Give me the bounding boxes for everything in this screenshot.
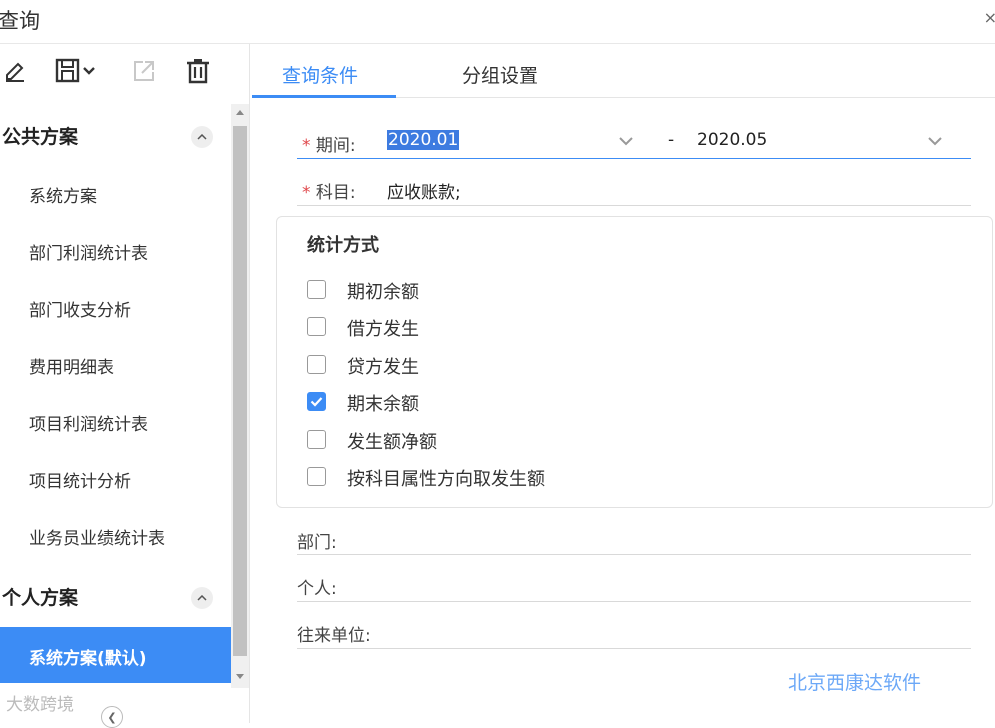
tab-group-settings[interactable]: 分组设置 bbox=[462, 61, 538, 88]
period-to-input[interactable]: 2020.05 bbox=[697, 130, 767, 150]
period-from-input[interactable]: 2020.01 bbox=[387, 130, 460, 150]
title-bar: 查询 × bbox=[0, 0, 995, 44]
checkmark-icon bbox=[310, 397, 323, 407]
partner-input[interactable] bbox=[297, 648, 971, 649]
tab-query-conditions[interactable]: 查询条件 bbox=[282, 61, 358, 88]
scheme-item[interactable]: 部门收支分析 bbox=[0, 282, 231, 332]
scroll-thumb[interactable] bbox=[233, 126, 247, 656]
scheme-sidebar: 公共方案 系统方案 部门利润统计表 部门收支分析 费用明细表 项目利润统计表 项… bbox=[0, 44, 250, 728]
delete-icon[interactable] bbox=[183, 56, 213, 86]
scheme-list: 公共方案 系统方案 部门利润统计表 部门收支分析 费用明细表 项目利润统计表 项… bbox=[0, 104, 231, 688]
stat-method-panel: 统计方式 期初余额 借方发生 贷方发生 期末余额 发生额净额 按科目属性方向取发… bbox=[276, 216, 993, 508]
chevron-up-icon[interactable] bbox=[191, 587, 213, 609]
scheme-item[interactable]: 部门利润统计表 bbox=[0, 225, 231, 275]
edit-icon[interactable] bbox=[0, 56, 30, 86]
group-personal-schemes: 个人方案 bbox=[0, 565, 231, 623]
scheme-item[interactable]: 系统方案 bbox=[0, 168, 231, 218]
partner-label: 往来单位: bbox=[297, 626, 371, 646]
sidebar-toolbar bbox=[0, 44, 249, 104]
department-input[interactable] bbox=[297, 554, 971, 555]
scheme-item[interactable]: 业务员业绩统计表 bbox=[0, 510, 231, 560]
person-label: 个人: bbox=[297, 579, 337, 599]
scroll-up-arrow-icon[interactable] bbox=[236, 110, 244, 115]
active-tab-indicator bbox=[252, 95, 396, 98]
checkbox-box-checked[interactable] bbox=[307, 392, 326, 411]
group-title: 个人方案 bbox=[2, 587, 79, 609]
scheme-item-selected[interactable]: 系统方案(默认) bbox=[0, 627, 231, 683]
window-title: 查询 bbox=[0, 9, 40, 33]
scroll-down-arrow-icon[interactable] bbox=[236, 674, 244, 679]
checkbox-box[interactable] bbox=[307, 355, 326, 374]
stat-method-title: 统计方式 bbox=[307, 235, 379, 256]
watermark-right: 北京西康达软件 bbox=[788, 672, 922, 694]
save-icon[interactable] bbox=[53, 56, 99, 86]
checkbox-box[interactable] bbox=[307, 430, 326, 449]
export-icon[interactable] bbox=[129, 56, 159, 86]
period-separator: - bbox=[668, 130, 675, 150]
department-label: 部门: bbox=[297, 533, 337, 553]
scheme-item[interactable]: 项目统计分析 bbox=[0, 453, 231, 503]
person-input[interactable] bbox=[297, 601, 971, 602]
group-title: 公共方案 bbox=[2, 126, 79, 148]
scheme-item[interactable]: 费用明细表 bbox=[0, 339, 231, 389]
chevron-down-icon[interactable] bbox=[927, 136, 943, 146]
group-public-schemes: 公共方案 bbox=[0, 104, 231, 162]
checkbox-box[interactable] bbox=[307, 280, 326, 299]
scheme-item[interactable]: 项目利润统计表 bbox=[0, 396, 231, 446]
close-icon[interactable]: × bbox=[984, 8, 995, 27]
tab-bar: 查询条件 分组设置 bbox=[252, 44, 995, 98]
chevron-up-icon[interactable] bbox=[191, 126, 213, 148]
subject-input[interactable]: 应收账款; bbox=[387, 178, 461, 203]
subject-underline bbox=[297, 205, 971, 206]
chevron-down-icon[interactable] bbox=[618, 136, 634, 146]
checkbox-box[interactable] bbox=[307, 317, 326, 336]
period-label: * 期间: bbox=[302, 136, 356, 156]
collapse-sidebar-icon[interactable]: ❮ bbox=[101, 706, 123, 728]
checkbox-box[interactable] bbox=[307, 467, 326, 486]
watermark-left: 大数跨境 bbox=[6, 695, 74, 715]
subject-label: * 科目: bbox=[302, 183, 356, 203]
period-underline bbox=[297, 158, 971, 159]
sidebar-scrollbar[interactable] bbox=[231, 104, 249, 688]
